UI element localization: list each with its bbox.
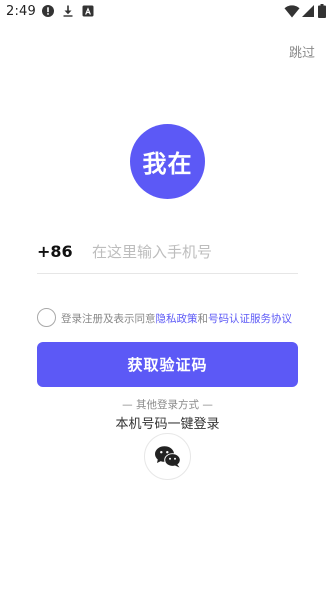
skip-button[interactable]: 跳过: [289, 42, 315, 61]
agreement-checkbox[interactable]: [37, 308, 56, 327]
download-icon: [63, 5, 73, 17]
phone-input-row: +86: [37, 237, 298, 274]
agreement-prefix: 登录注册及表示同意: [61, 313, 156, 325]
phone-input[interactable]: [92, 237, 298, 267]
status-bar: 2:49: [0, 0, 335, 24]
app-logo: 我在: [130, 124, 205, 199]
privacy-policy-link[interactable]: 隐私政策: [156, 313, 198, 325]
a-icon: [82, 5, 94, 17]
wifi-icon: [284, 5, 300, 18]
alert-icon: [42, 5, 54, 17]
one-key-login-link[interactable]: 本机号码一键登录: [0, 413, 335, 432]
app-logo-text: 我在: [142, 150, 193, 178]
status-time: 2:49: [6, 4, 36, 19]
other-login-title: — 其他登录方式 —: [122, 399, 213, 411]
get-code-button[interactable]: 获取验证码: [37, 342, 298, 387]
login-screen: 2:49 跳过 我在 +86 在这里输入手机号 登录注册及表示同意隐私政策和号码…: [0, 0, 335, 595]
country-code[interactable]: +86: [37, 242, 73, 261]
signal-icon: [302, 5, 314, 17]
get-code-button-label: 获取验证码: [127, 357, 208, 374]
agreement-and: 和: [197, 313, 209, 325]
battery-icon: [318, 4, 326, 18]
agreement-text: 登录注册及表示同意隐私政策和号码认证服务协议: [61, 311, 292, 326]
wechat-icon: [154, 445, 181, 467]
agreement-row: 登录注册及表示同意隐私政策和号码认证服务协议: [37, 308, 327, 328]
service-agreement-link[interactable]: 号码认证服务协议: [208, 313, 292, 325]
wechat-login-button[interactable]: [144, 433, 191, 480]
